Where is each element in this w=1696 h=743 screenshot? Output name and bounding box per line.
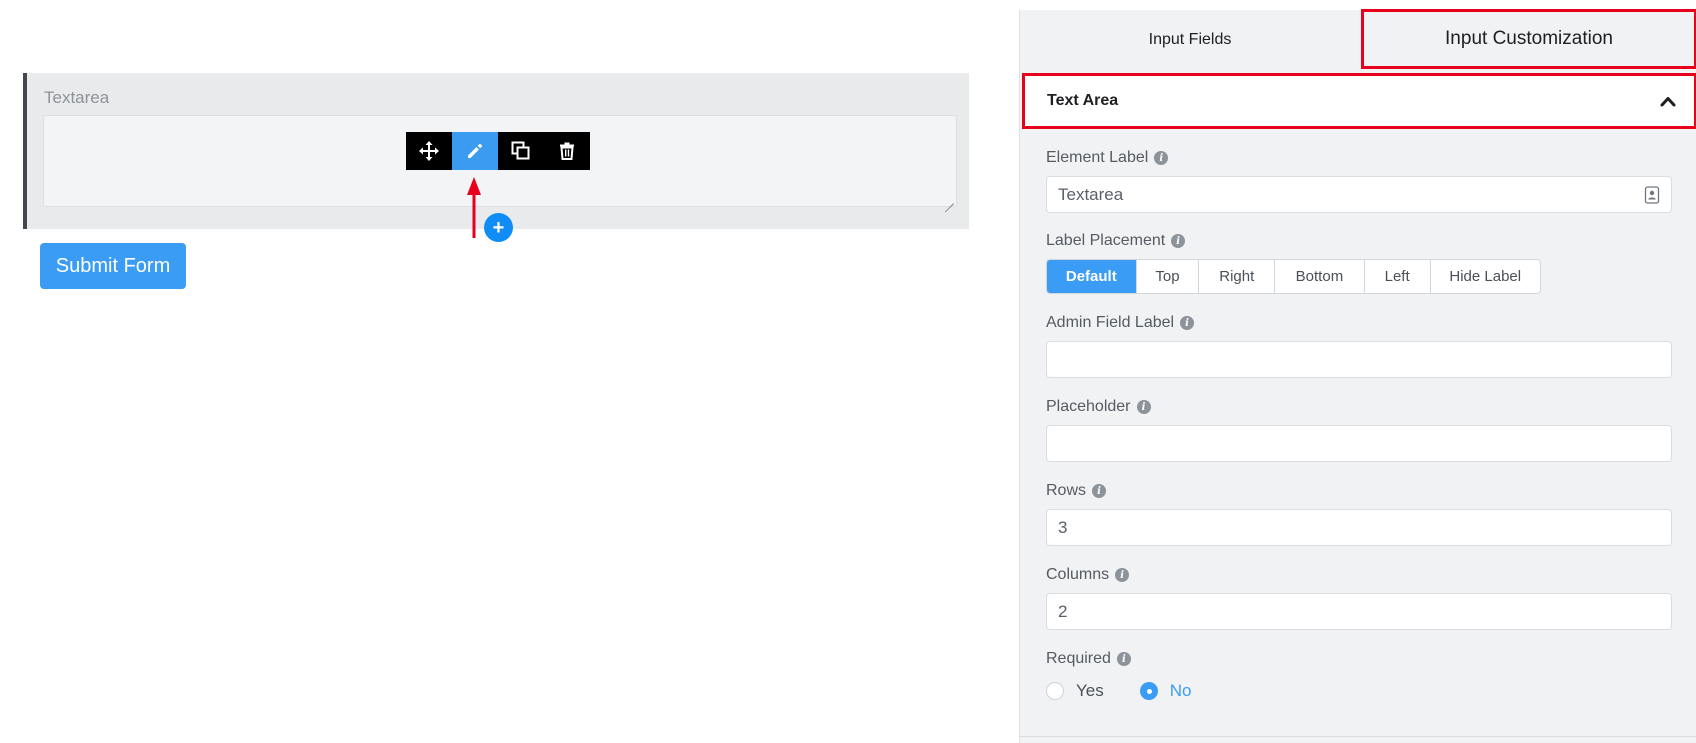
element-label-label: Element Label xyxy=(1046,149,1149,166)
text-area-section-header[interactable]: Text Area xyxy=(1022,73,1696,129)
trash-icon xyxy=(560,142,574,160)
field-label: Textarea xyxy=(44,88,110,107)
duplicate-button[interactable] xyxy=(498,132,544,170)
info-icon[interactable]: i xyxy=(1180,316,1195,330)
admin-field-label-input[interactable] xyxy=(1046,341,1672,378)
placeholder-input[interactable] xyxy=(1046,425,1672,462)
columns-label: Columns xyxy=(1046,566,1110,583)
required-radio-group: Yes No xyxy=(1046,681,1672,701)
red-arrow-icon xyxy=(467,177,481,238)
panel-tabs: Input Fields Input Customization xyxy=(1020,9,1696,70)
placement-default-button[interactable]: Default xyxy=(1047,260,1137,293)
required-yes-label: Yes xyxy=(1076,681,1104,700)
radio-unchecked-icon[interactable] xyxy=(1046,682,1064,700)
resize-grip-icon[interactable] xyxy=(944,194,954,204)
placement-left-button[interactable]: Left xyxy=(1365,260,1431,293)
pencil-icon xyxy=(468,143,483,158)
admin-field-label-label: Admin Field Label xyxy=(1046,314,1175,331)
placement-right-button[interactable]: Right xyxy=(1199,260,1276,293)
required-yes-radio[interactable]: Yes xyxy=(1046,681,1104,701)
chevron-up-icon[interactable] xyxy=(1660,95,1676,107)
columns-input[interactable]: 2 xyxy=(1046,593,1672,630)
info-icon[interactable]: i xyxy=(1154,151,1169,165)
required-group: Required i Yes No xyxy=(1046,649,1672,701)
admin-field-label-group: Admin Field Label i xyxy=(1046,313,1672,378)
placeholder-label: Placeholder xyxy=(1046,398,1131,415)
section-title: Text Area xyxy=(1047,92,1119,109)
submit-form-button[interactable]: Submit Form xyxy=(40,243,186,289)
placement-bottom-button[interactable]: Bottom xyxy=(1275,260,1365,293)
copy-icon xyxy=(511,141,530,160)
placement-top-button[interactable]: Top xyxy=(1137,260,1200,293)
required-label: Required xyxy=(1046,650,1111,667)
label-placement-label: Label Placement xyxy=(1046,232,1166,249)
element-label-group: Element Label i Textarea xyxy=(1046,148,1672,213)
edit-button[interactable] xyxy=(452,132,498,170)
settings-panel: Input Fields Input Customization Text Ar… xyxy=(1019,9,1696,743)
columns-value: 2 xyxy=(1058,601,1068,621)
move-icon xyxy=(419,141,439,161)
info-icon[interactable]: i xyxy=(1092,484,1107,498)
required-no-label: No xyxy=(1169,681,1192,700)
tab-input-customization[interactable]: Input Customization xyxy=(1361,9,1696,69)
contact-card-icon[interactable] xyxy=(1644,185,1660,204)
panel-divider xyxy=(1020,736,1696,737)
info-icon[interactable]: i xyxy=(1171,234,1186,248)
rows-group: Rows i 3 xyxy=(1046,481,1672,546)
element-label-input[interactable]: Textarea xyxy=(1046,176,1672,213)
field-toolbar xyxy=(406,132,590,170)
delete-button[interactable] xyxy=(544,132,590,170)
tab-input-fields[interactable]: Input Fields xyxy=(1020,10,1360,70)
label-placement-buttons: Default Top Right Bottom Left Hide Label xyxy=(1046,259,1541,294)
placement-hide-label-button[interactable]: Hide Label xyxy=(1431,260,1540,293)
element-label-value: Textarea xyxy=(1058,184,1124,204)
rows-value: 3 xyxy=(1058,517,1068,537)
move-button[interactable] xyxy=(406,132,452,170)
placeholder-group: Placeholder i xyxy=(1046,397,1672,462)
add-field-button[interactable]: + xyxy=(484,213,513,242)
rows-input[interactable]: 3 xyxy=(1046,509,1672,546)
info-icon[interactable]: i xyxy=(1136,400,1151,414)
required-no-radio[interactable]: No xyxy=(1139,681,1192,701)
form-canvas: Textarea + Submit Form xyxy=(0,0,1018,743)
info-icon[interactable]: i xyxy=(1115,568,1130,582)
label-placement-group: Label Placement i Default Top Right Bott… xyxy=(1046,231,1672,294)
info-icon[interactable]: i xyxy=(1116,652,1131,666)
rows-label: Rows xyxy=(1046,482,1087,499)
columns-group: Columns i 2 xyxy=(1046,565,1672,630)
radio-checked-icon[interactable] xyxy=(1139,682,1158,700)
